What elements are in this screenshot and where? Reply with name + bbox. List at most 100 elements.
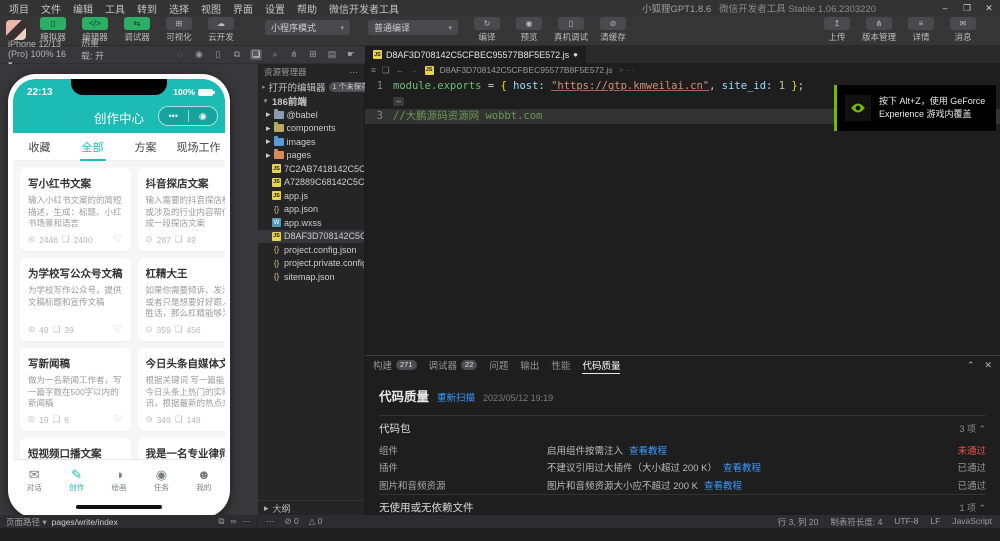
file-tree-item[interactable]: ▸ @babel <box>258 108 364 122</box>
pointer-icon[interactable]: ☛ <box>345 49 357 60</box>
close-icon[interactable]: ✕ <box>978 0 1000 16</box>
版本管理-button[interactable]: ⋔ 版本管理 <box>862 17 896 43</box>
menu-item-选择[interactable]: 选择 <box>164 0 194 17</box>
close-capsule-button[interactable]: ◉ <box>189 107 218 125</box>
bookmark-icon[interactable]: ❏ <box>382 65 390 76</box>
menu-item-帮助[interactable]: 帮助 <box>292 0 322 17</box>
tabbar-对话[interactable]: ✉ 对话 <box>13 460 55 501</box>
tab-现场工作[interactable]: 现场工作 <box>172 133 225 161</box>
copy-icon[interactable]: ⧉ <box>218 516 224 527</box>
menu-item-微信开发者工具[interactable]: 微信开发者工具 <box>324 0 404 17</box>
collapse-panel-icon[interactable]: ⌃ <box>967 360 975 371</box>
debug-tab-调试器[interactable]: 调试器 22 <box>429 356 478 374</box>
消息-button[interactable]: ✉ 消息 <box>946 17 980 43</box>
file-tree-item[interactable]: JS app.js <box>258 189 364 203</box>
file-tree-item[interactable]: {} project.config.json <box>258 243 364 257</box>
mode-select[interactable]: 小程序模式 ▾ <box>265 20 350 35</box>
like-icon[interactable]: ♡ <box>114 324 123 335</box>
status-item[interactable]: 行 3, 列 20 <box>778 516 819 528</box>
云开发-button[interactable]: ☁ 云开发 <box>204 17 238 43</box>
file-clock-icon[interactable]: ❏ <box>250 49 262 60</box>
menu-icon[interactable]: ≡ <box>371 65 376 76</box>
status-item[interactable]: 制表符长度: 4 <box>830 516 882 528</box>
more-icon[interactable]: ⋯ <box>243 516 252 527</box>
调试器-button[interactable]: ⇆ 调试器 <box>120 17 154 43</box>
tabbar-任务[interactable]: ◉ 任务 <box>140 460 182 501</box>
status-more-icon[interactable]: ⋯ <box>266 516 275 527</box>
file-tree-item[interactable]: ▸ pages <box>258 149 364 163</box>
file-tree-item[interactable]: JSD8AF3D708142C5CFBE... <box>258 229 364 243</box>
tabbar-创作[interactable]: ✎ 创作 <box>55 460 97 501</box>
debug-tab-问题[interactable]: 问题 <box>489 356 508 374</box>
layout-grid-icon[interactable]: ⊞ <box>307 49 319 60</box>
open-editors-row[interactable]: ▸ 打开的编辑器 1 个未保存 <box>258 80 373 94</box>
tab-全部[interactable]: 全部 <box>66 133 119 161</box>
prompt-card[interactable]: 为学校写公众号文稿 为学校写作公众号，提供文稿标题和宣传文稿 ⊙ 49 ❑ 39 ♡ <box>20 258 131 341</box>
debug-tab-性能[interactable]: 性能 <box>551 356 570 374</box>
warning-count[interactable]: △ 0 <box>309 516 323 527</box>
compile-mode-select[interactable]: 普通编译 ▾ <box>368 20 458 35</box>
debug-tab-代码质量[interactable]: 代码质量 <box>582 356 621 374</box>
prompt-card[interactable]: 杠精大王如果你需要倾诉、发泄，或者只是想要好好跟人说胜话，那么杠精能够为民辩..… <box>137 258 225 341</box>
error-count[interactable]: ⊘ 0 <box>285 516 299 527</box>
menu-item-设置[interactable]: 设置 <box>260 0 290 17</box>
rescan-link[interactable]: 重新扫描 <box>437 390 475 404</box>
file-tree-item[interactable]: {} app.json <box>258 203 364 217</box>
menu-item-视图[interactable]: 视图 <box>196 0 226 17</box>
file-tree-item[interactable]: JS7C2AB7418142C5CF1A... <box>258 162 364 176</box>
outline-section[interactable]: ▸ 大纲 <box>258 500 364 515</box>
file-tree-item[interactable]: JSA72889C68142C5CFC1... <box>258 176 364 190</box>
maximize-icon[interactable]: ❐ <box>956 0 978 16</box>
menu-item-编辑[interactable]: 编辑 <box>68 0 98 17</box>
menu-item-文件[interactable]: 文件 <box>36 0 66 17</box>
like-icon[interactable]: ♡ <box>114 234 123 245</box>
menu-item-界面[interactable]: 界面 <box>228 0 258 17</box>
quality-section-header[interactable]: 无使用或无依赖文件 1 项 ⌃ <box>379 493 986 516</box>
tutorial-link[interactable]: 查看教程 <box>629 446 667 457</box>
fork-icon[interactable]: ⋔ <box>288 49 300 60</box>
more-menu-button[interactable]: ••• <box>159 107 188 125</box>
debug-tab-构建[interactable]: 构建 271 <box>373 356 417 374</box>
device-icon[interactable]: ▯ <box>212 49 224 60</box>
record-icon[interactable]: ◉ <box>193 49 205 60</box>
back-icon[interactable]: ← <box>396 65 405 76</box>
tab-方案[interactable]: 方案 <box>119 133 172 161</box>
network-icon[interactable]: ∞ <box>230 516 236 527</box>
prompt-card[interactable]: 我是一名专业律师专业律师，为您提供专业的法律咨询与帮助⊙378❑441♡ <box>137 438 225 459</box>
file-tree-item[interactable]: ▸ images <box>258 135 364 149</box>
prompt-card[interactable]: 写新闻稿 做为一名新闻工作者，写一篇字数在500字以内的新闻稿 ⊙ 19 ❑ 6 ♡ <box>20 348 131 431</box>
page-path-value[interactable]: pages/write/index <box>52 517 118 527</box>
tutorial-link[interactable]: 查看教程 <box>704 481 742 492</box>
forward-icon[interactable]: → <box>410 65 419 76</box>
avatar[interactable] <box>6 20 26 40</box>
file-tree-item[interactable]: ▸ components <box>258 122 364 136</box>
menu-item-工具[interactable]: 工具 <box>100 0 130 17</box>
breadcrumb-file[interactable]: D8AF3D708142C5CFBEC95577B8F5E572.js <box>440 65 613 75</box>
可视化-button[interactable]: ⊞ 可视化 <box>162 17 196 43</box>
project-root-row[interactable]: ▾ 186前端 <box>258 94 364 108</box>
tutorial-link[interactable]: 查看教程 <box>723 463 761 474</box>
menu-item-转到[interactable]: 转到 <box>132 0 162 17</box>
explorer-more-icon[interactable]: ⋯ <box>350 67 359 78</box>
status-item[interactable]: JavaScript <box>952 516 992 528</box>
清缓存-button[interactable]: ⊘ 清缓存 <box>596 17 630 43</box>
inspect-icon[interactable]: ◌ <box>174 49 186 60</box>
上传-button[interactable]: ↥ 上传 <box>820 17 854 43</box>
详情-button[interactable]: ≡ 详情 <box>904 17 938 43</box>
file-list-icon[interactable]: ▤ <box>326 49 338 60</box>
minimize-icon[interactable]: – <box>934 0 956 16</box>
tab-收藏[interactable]: 收藏 <box>13 133 66 161</box>
code-editor[interactable]: 按下 Alt+Z，使用 GeForce Experience 游戏内覆盖 1 mo… <box>365 77 1000 355</box>
status-item[interactable]: LF <box>930 516 940 528</box>
prompt-card[interactable]: 抖音探店文案输入需要的抖音探店标题或涉及的行业内容帮你生成一段探店文案 ⊙287❑… <box>137 168 225 251</box>
file-tree-item[interactable]: {} project.private.config.js... <box>258 257 364 271</box>
editor-tab[interactable]: JS D8AF3D708142C5CFBEC95577B8F5E572.js ● <box>365 46 586 63</box>
编译-button[interactable]: ↻ 编译 <box>470 17 504 43</box>
quality-section-header[interactable]: 代码包 3 项 ⌃ <box>379 415 986 441</box>
status-item[interactable]: UTF-8 <box>894 516 918 528</box>
like-icon[interactable]: ♡ <box>114 414 123 425</box>
close-panel-icon[interactable]: ✕ <box>984 360 992 371</box>
search-icon[interactable]: ⌕ <box>269 49 281 60</box>
prompt-card[interactable]: 今日头条自媒体文案根据关键词 写一篇能够在今日头条上热门的实时资讯，根据最新的热… <box>137 348 225 431</box>
breadcrumb-more[interactable]: > ⋯ <box>619 65 635 76</box>
